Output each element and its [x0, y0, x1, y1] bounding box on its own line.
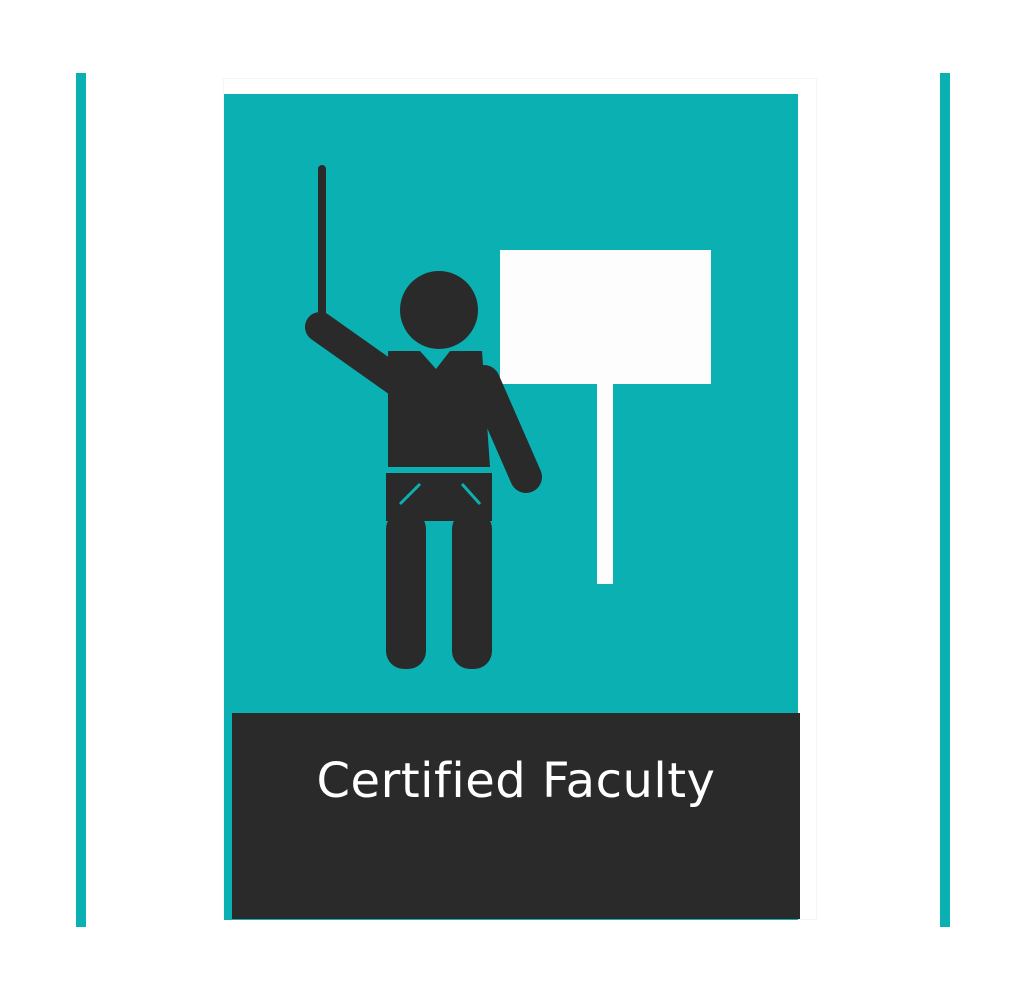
- left-accent-bar: [76, 73, 86, 927]
- belt-icon: [386, 467, 492, 473]
- torso-icon: [388, 351, 490, 467]
- right-accent-bar: [940, 73, 950, 927]
- certified-faculty-badge: Certified Faculty: [223, 78, 817, 920]
- right-leg-icon: [452, 511, 492, 669]
- board-stand-icon: [597, 384, 613, 584]
- left-leg-icon: [386, 511, 426, 669]
- badge-caption-panel: Certified Faculty: [232, 713, 800, 919]
- lower-arm-icon: [468, 365, 542, 493]
- board-icon: [500, 250, 711, 384]
- badge-caption: Certified Faculty: [316, 753, 716, 809]
- head-icon: [400, 271, 478, 349]
